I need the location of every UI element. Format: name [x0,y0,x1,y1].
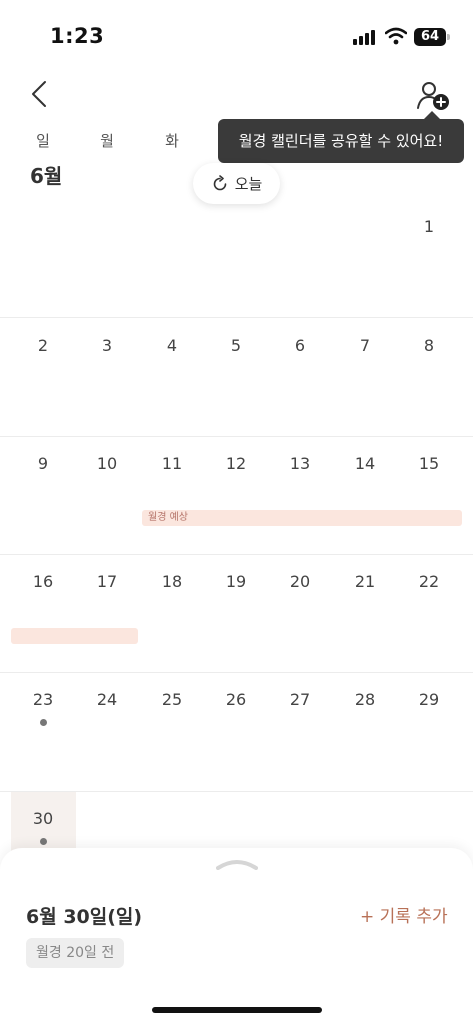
day-2[interactable]: 2 [11,336,75,355]
day-4[interactable]: 4 [140,336,204,355]
status-time: 1:23 [50,24,105,48]
week-divider [0,554,473,555]
day-13[interactable]: 13 [268,454,332,473]
refresh-icon [213,174,226,190]
day-12[interactable]: 12 [204,454,268,473]
day-26[interactable]: 26 [204,690,268,709]
period-forecast-bar-continued[interactable] [11,628,138,644]
day-5[interactable]: 5 [204,336,268,355]
share-tooltip[interactable]: 월경 캘린더를 공유할 수 있어요! [218,119,464,163]
day-28[interactable]: 28 [333,690,397,709]
back-icon[interactable] [28,80,52,108]
day-16[interactable]: 16 [11,572,75,591]
day-19[interactable]: 19 [204,572,268,591]
day-25[interactable]: 25 [140,690,204,709]
home-indicator [152,1007,322,1013]
battery-icon: 64 [414,28,450,46]
month-title: 6월 [30,164,63,188]
day-15[interactable]: 15 [397,454,461,473]
day-22[interactable]: 22 [397,572,461,591]
week-divider [0,317,473,318]
day-27[interactable]: 27 [268,690,332,709]
day-6[interactable]: 6 [268,336,332,355]
weekday-mon: 월 [100,132,114,150]
day-11[interactable]: 11 [140,454,204,473]
week-divider [0,436,473,437]
day-7[interactable]: 7 [333,336,397,355]
period-forecast-label: 월경 예상 [148,512,188,523]
status-bar: 1:23 64 [0,0,473,60]
record-dot [40,838,47,845]
cellular-signal-icon [353,29,377,45]
selected-date: 6월 30일(일) [26,906,143,928]
day-9[interactable]: 9 [11,454,75,473]
day-detail-sheet: 6월 30일(일) + 기록 추가 월경 20일 전 [0,848,473,1024]
day-14[interactable]: 14 [333,454,397,473]
day-18[interactable]: 18 [140,572,204,591]
day-17[interactable]: 17 [75,572,139,591]
day-24[interactable]: 24 [75,690,139,709]
period-forecast-bar[interactable]: 월경 예상 [142,510,462,526]
day-8[interactable]: 8 [397,336,461,355]
wifi-icon [385,27,407,45]
day-20[interactable]: 20 [268,572,332,591]
today-button[interactable]: 오늘 [193,163,280,204]
battery-level: 64 [414,28,446,46]
day-3[interactable]: 3 [75,336,139,355]
record-dot [40,719,47,726]
today-button-label: 오늘 [234,175,263,193]
sheet-handle-icon[interactable] [216,858,258,870]
day-10[interactable]: 10 [75,454,139,473]
day-21[interactable]: 21 [333,572,397,591]
weekday-tue: 화 [165,132,179,150]
share-calendar-icon[interactable] [414,80,450,112]
weekday-sun: 일 [36,132,50,150]
period-countdown-badge: 월경 20일 전 [26,938,125,968]
day-1[interactable]: 1 [397,217,461,236]
day-29[interactable]: 29 [397,690,461,709]
day-30[interactable]: 30 [11,809,75,828]
add-record-button[interactable]: + 기록 추가 [360,902,448,927]
week-divider [0,672,473,673]
day-23[interactable]: 23 [11,690,75,709]
